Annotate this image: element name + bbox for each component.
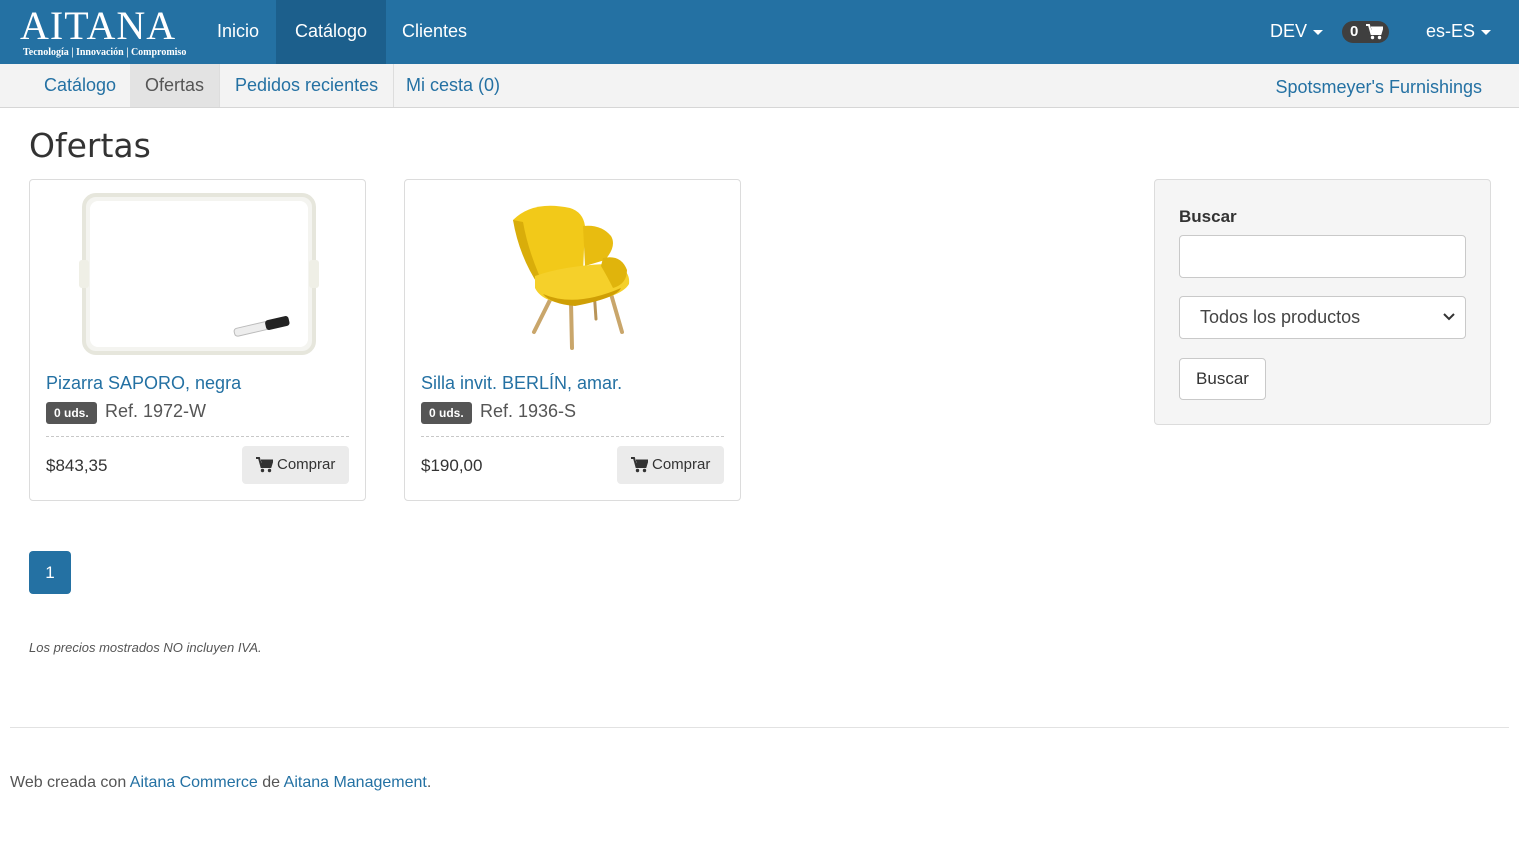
search-label: Buscar — [1179, 207, 1237, 226]
buy-button-label: Comprar — [652, 456, 711, 473]
category-select[interactable]: Todos los productos — [1179, 296, 1466, 339]
product-card: Pizarra SAPORO, negra 0 uds. Ref. 1972-W… — [29, 179, 366, 501]
product-price: $843,35 — [46, 456, 108, 475]
store-name-link[interactable]: Spotsmeyer's Furnishings — [1275, 64, 1482, 108]
aitana-logo[interactable]: AITANA Tecnología | Innovación | Comprom… — [18, 4, 198, 62]
product-image-link[interactable] — [405, 180, 742, 365]
subnav-ofertas[interactable]: Ofertas — [130, 64, 221, 107]
top-navbar: AITANA Tecnología | Innovación | Comprom… — [0, 0, 1519, 64]
logo-wordmark: AITANA — [20, 3, 177, 48]
footer-suffix: . — [426, 774, 432, 791]
env-dropdown[interactable]: DEV — [1270, 0, 1324, 64]
locale-dropdown[interactable]: es-ES — [1426, 0, 1492, 64]
caret-down-icon — [1481, 29, 1492, 35]
search-input[interactable] — [1179, 235, 1466, 278]
whiteboard-image — [79, 193, 319, 355]
shopping-cart-icon — [256, 457, 273, 473]
cart-count: 0 — [1350, 23, 1359, 40]
stock-badge: 0 uds. — [46, 402, 97, 424]
product-ref: Ref. 1972-W — [105, 401, 207, 421]
product-price: $190,00 — [421, 456, 483, 475]
product-ref: Ref. 1936-S — [480, 401, 577, 421]
footer-middle: de — [257, 774, 284, 791]
yellow-armchair-image — [513, 205, 630, 350]
subnav-pedidos-recientes[interactable]: Pedidos recientes — [220, 64, 395, 107]
caret-down-icon — [1313, 29, 1324, 35]
nav-clientes[interactable]: Clientes — [383, 0, 486, 64]
aitana-commerce-link[interactable]: Aitana Commerce — [130, 774, 258, 791]
product-name-link[interactable]: Pizarra SAPORO, negra — [46, 373, 241, 394]
stock-badge: 0 uds. — [421, 402, 472, 424]
subnav-mi-cesta[interactable]: Mi cesta (0) — [391, 64, 515, 107]
cart-button[interactable]: 0 — [1342, 21, 1389, 43]
footer-credits: Web creada con Aitana Commerce de Aitana… — [10, 774, 431, 792]
nav-inicio[interactable]: Inicio — [198, 0, 278, 64]
chevron-down-icon — [1443, 313, 1455, 321]
catalog-subnav: Catálogo Ofertas Pedidos recientes Mi ce… — [0, 64, 1519, 108]
buy-button[interactable]: Comprar — [617, 446, 724, 484]
footer-divider — [10, 727, 1509, 728]
product-card: Silla invit. BERLÍN, amar. 0 uds. Ref. 1… — [404, 179, 741, 501]
product-image-link[interactable] — [30, 180, 367, 365]
page-title: Ofertas — [29, 126, 151, 165]
search-panel: Buscar Todos los productos Buscar — [1154, 179, 1491, 425]
category-select-value: Todos los productos — [1200, 307, 1361, 327]
env-label: DEV — [1270, 21, 1308, 41]
divider — [46, 436, 349, 437]
shopping-cart-icon — [1366, 24, 1383, 40]
locale-label: es-ES — [1426, 21, 1476, 41]
buy-button[interactable]: Comprar — [242, 446, 349, 484]
logo-tagline: Tecnología | Innovación | Compromiso — [23, 47, 187, 58]
nav-catalogo[interactable]: Catálogo — [276, 0, 387, 64]
tax-note: Los precios mostrados NO incluyen IVA. — [29, 640, 262, 655]
footer-prefix: Web creada con — [10, 774, 130, 791]
product-name-link[interactable]: Silla invit. BERLÍN, amar. — [421, 373, 622, 394]
search-button[interactable]: Buscar — [1179, 358, 1266, 400]
pagination-page-1[interactable]: 1 — [29, 551, 71, 594]
subnav-catalogo[interactable]: Catálogo — [29, 64, 133, 107]
buy-button-label: Comprar — [277, 456, 336, 473]
aitana-management-link[interactable]: Aitana Management — [284, 774, 427, 791]
divider — [421, 436, 724, 437]
shopping-cart-icon — [631, 457, 648, 473]
